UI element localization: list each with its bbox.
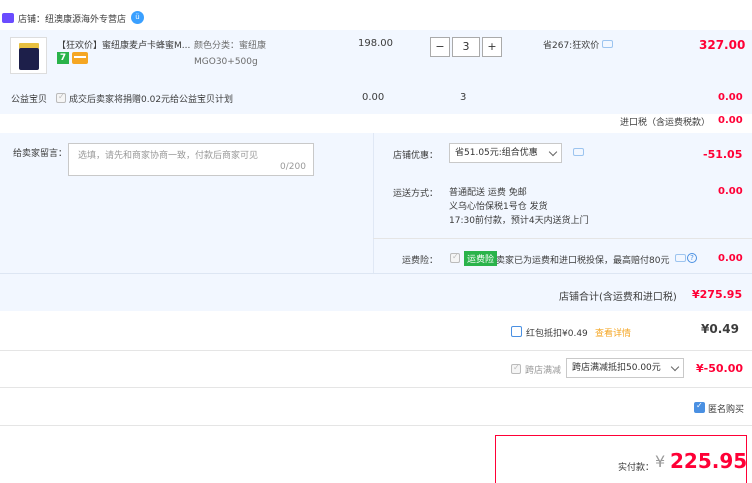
cross-store-select[interactable]: 跨店满减抵扣50.00元 (566, 358, 684, 378)
divider (0, 350, 752, 351)
divider (0, 273, 752, 274)
red-packet-details-link[interactable]: 查看详情 (595, 326, 631, 339)
divider (0, 425, 752, 426)
chevron-down-icon (670, 362, 680, 372)
shop-discount-label: 店铺优惠： (393, 151, 439, 161)
welfare-total: 0.00 (718, 92, 743, 103)
product-sku: 颜色分类：蜜纽康MGO30+500g (194, 41, 267, 67)
shipping-line: 17:30前付款，预计4天内送货上门 (449, 216, 589, 226)
red-packet-label: 红包抵扣¥0.49 (526, 329, 588, 339)
panel-divider (373, 133, 374, 273)
insurance-value: 0.00 (718, 253, 743, 264)
quantity-input[interactable]: 3 (452, 37, 480, 57)
quantity-plus-button[interactable]: + (482, 37, 502, 57)
import-tax-label: 进口税（含运费税款） (620, 118, 711, 128)
payment-total: 225.95 (670, 449, 748, 473)
shop-discount-value: -51.05 (703, 148, 743, 161)
shop-subtotal-value: ¥275.95 (692, 288, 743, 301)
seller-message-label: 给卖家留言： (13, 149, 68, 159)
cross-store-checkbox (511, 363, 521, 374)
shop-discount-select[interactable]: 省51.05元:组合优惠 (449, 143, 562, 163)
credit-card-icon (72, 52, 88, 64)
shop-discount-selected: 省51.05元:组合优惠 (455, 148, 538, 158)
welfare-checkbox (56, 92, 66, 103)
comment-bubble-icon[interactable] (675, 254, 686, 262)
comment-bubble-icon[interactable] (573, 148, 584, 156)
welfare-price: 0.00 (362, 92, 385, 103)
red-packet-checkbox[interactable] (511, 326, 522, 337)
store-icon (2, 13, 14, 23)
shipping-label: 运送方式： (393, 189, 439, 199)
cross-store-label: 跨店满减 (525, 366, 562, 376)
import-tax-value: 0.00 (718, 115, 743, 126)
quantity-minus-button[interactable]: − (430, 37, 450, 57)
red-packet-value: ¥0.49 (701, 322, 739, 336)
payment-currency: ¥ (655, 452, 666, 471)
insurance-checkbox (450, 252, 460, 263)
seven-day-return-icon: 7 (57, 52, 69, 64)
unit-price: 198.00 (358, 38, 393, 49)
insurance-label: 运费险： (402, 256, 439, 266)
divider (373, 238, 752, 239)
help-icon[interactable]: ? (687, 253, 697, 263)
store-name[interactable]: 店铺：纽澳康源海外专营店 (18, 12, 126, 25)
divider (0, 387, 752, 388)
shipping-line: 义乌心怡保税1号仓 发货 (449, 202, 548, 212)
cross-store-selected: 跨店满减抵扣50.00元 (572, 363, 661, 373)
product-thumbnail[interactable] (10, 37, 47, 74)
chevron-down-icon (548, 147, 558, 157)
seller-message-placeholder: 选填，请先和商家协商一致，付款后商家可见 (78, 151, 259, 161)
item-total: 327.00 (699, 38, 746, 52)
welfare-text: 成交后卖家将捐赠0.02元给公益宝贝计划 (69, 95, 234, 105)
anonymous-label: 匿名购买 (708, 405, 745, 415)
insurance-text: 卖家已为运费和进口税投保，最高赔付80元 (496, 256, 670, 266)
comment-bubble-icon[interactable] (602, 40, 614, 48)
insurance-badge: 运费险 (464, 251, 498, 266)
welfare-quantity: 3 (460, 92, 467, 103)
shipping-value: 0.00 (718, 186, 743, 197)
welfare-label: 公益宝贝 (11, 95, 48, 105)
item-discount-text: 省267:狂欢价 (543, 41, 600, 51)
item-discount: 省267:狂欢价 (543, 38, 614, 51)
shipping-line: 普通配送 运费 免邮 (449, 188, 527, 198)
cross-store-value: ¥-50.00 (696, 362, 744, 375)
shipping-details: 普通配送 运费 免邮 义乌心怡保税1号仓 发货 17:30前付款，预计4天内送货… (449, 186, 589, 228)
wangwang-chat-icon[interactable]: ü (131, 11, 144, 24)
seller-message-count: 0/200 (280, 162, 306, 172)
payment-label: 实付款： (618, 463, 655, 473)
shop-subtotal-label: 店铺合计(含运费和进口税) (559, 292, 677, 303)
product-title[interactable]: 【狂欢价】蜜纽康麦卢卡蜂蜜M... (57, 38, 191, 51)
anonymous-checkbox[interactable] (694, 401, 705, 413)
